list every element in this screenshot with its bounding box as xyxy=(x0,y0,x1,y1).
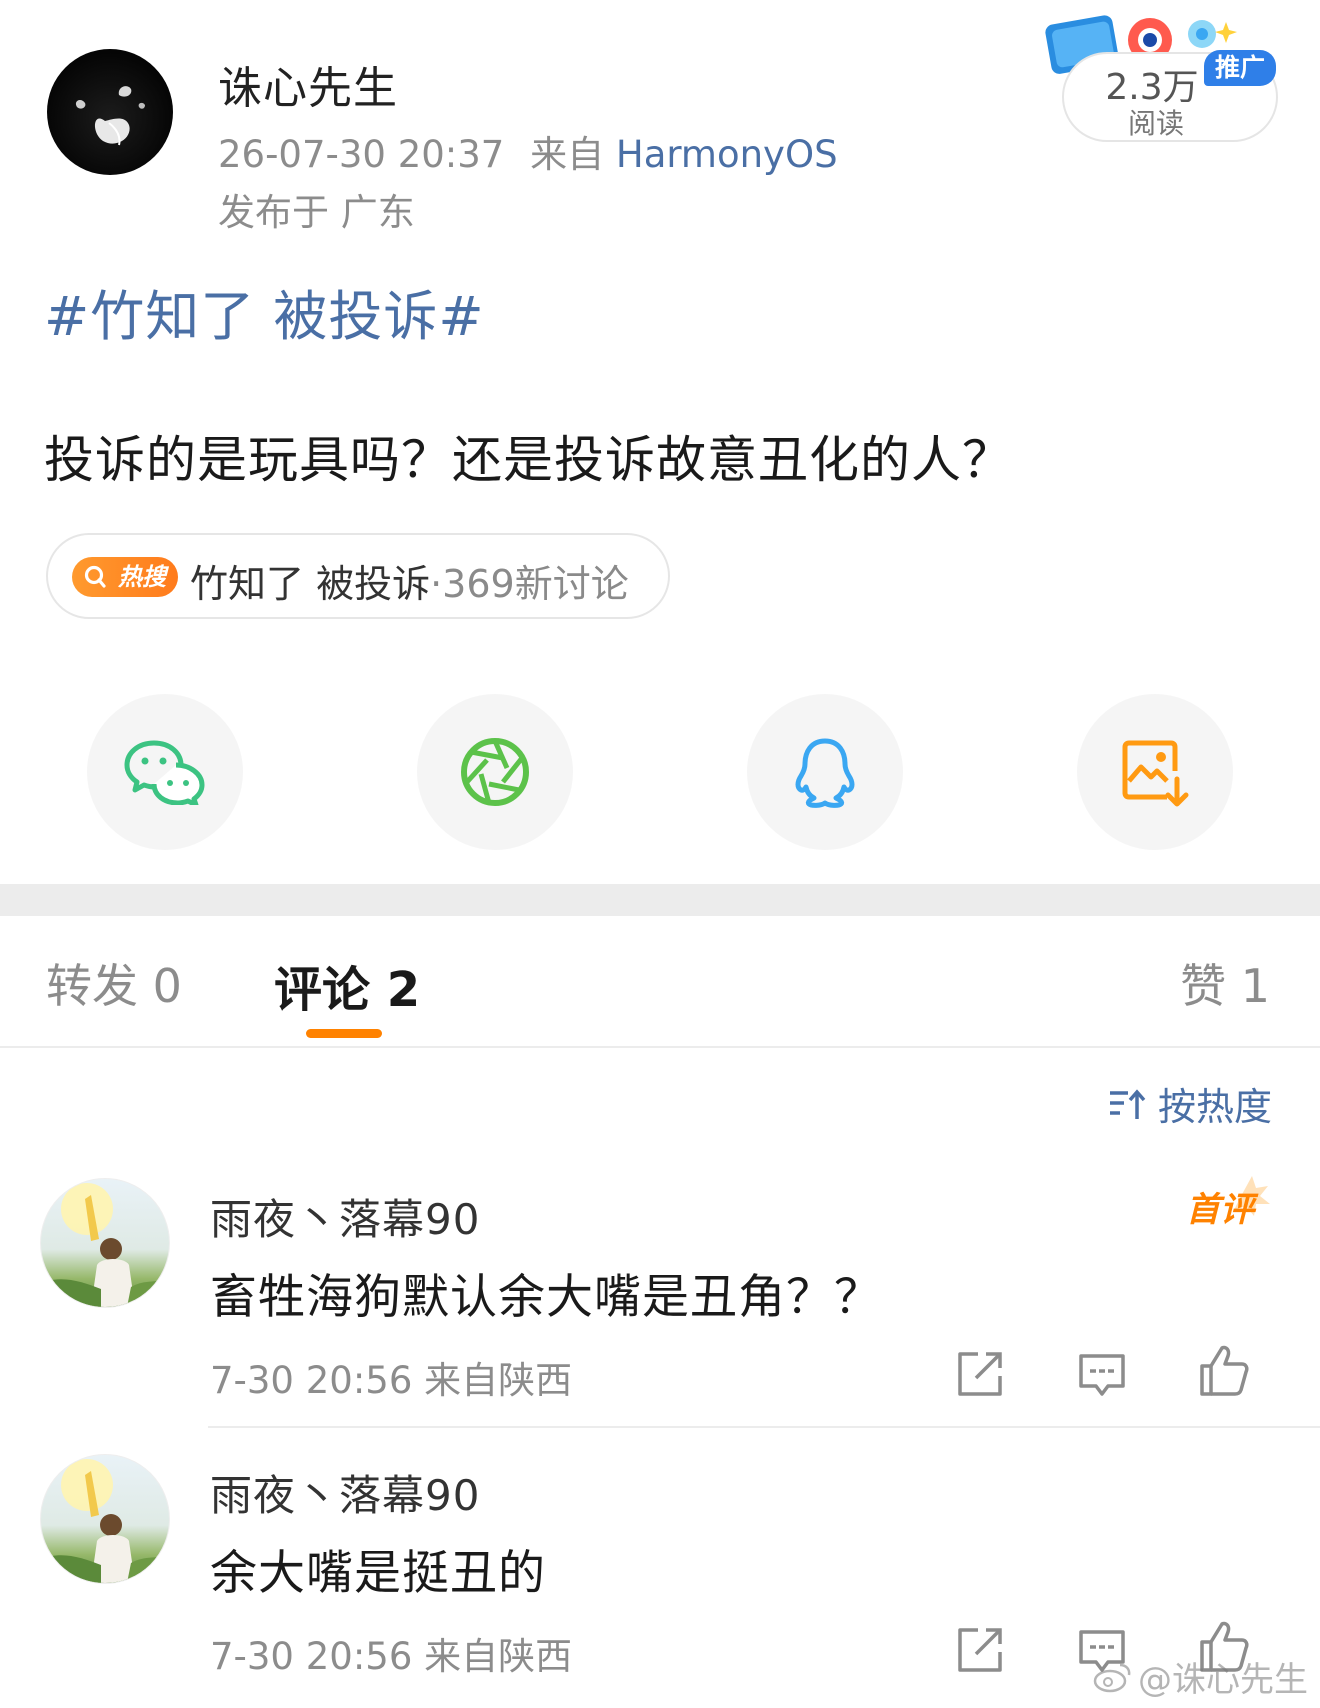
post-source-link[interactable]: HarmonyOS xyxy=(616,133,838,176)
watermark: @诛心先生 xyxy=(1092,1652,1308,1701)
tab-repost[interactable]: 转发 0 xyxy=(46,950,182,1016)
share-moments-button[interactable] xyxy=(417,694,573,850)
topic-hashtag[interactable]: #竹知了 被投诉# xyxy=(44,272,485,351)
hot-search-badge-label: 热搜 xyxy=(118,563,166,591)
comment-meta: 7-30 20:56 来自陕西 xyxy=(210,1635,573,1678)
reply-icon[interactable] xyxy=(1076,1348,1128,1400)
tab-comment[interactable]: 评论 2 xyxy=(274,950,420,1020)
feather-image xyxy=(75,86,145,146)
share-save-image-button[interactable] xyxy=(1077,694,1233,850)
like-icon[interactable] xyxy=(1198,1344,1250,1396)
hot-search-pill[interactable]: 热搜 竹知了 被投诉·369新讨论 xyxy=(46,533,670,619)
commenter-name[interactable]: 雨夜丶落幕90 xyxy=(210,1186,480,1247)
first-comment-label: 首评 xyxy=(1186,1190,1254,1230)
promote-badge[interactable]: 推广 xyxy=(1204,50,1276,86)
moments-icon xyxy=(461,738,529,806)
weibo-logo-icon xyxy=(1093,1663,1131,1692)
sort-label: 按热度 xyxy=(1157,1085,1272,1129)
share-qq-button[interactable] xyxy=(747,694,903,850)
comment-text: 余大嘴是挺丑的 xyxy=(210,1546,546,1601)
tabs-divider xyxy=(0,1046,1320,1048)
commenter-name[interactable]: 雨夜丶落幕90 xyxy=(210,1462,480,1523)
repost-icon[interactable] xyxy=(954,1348,1006,1400)
sort-by-hot-button[interactable]: 按热度 xyxy=(1108,1076,1272,1131)
active-tab-indicator xyxy=(306,1029,382,1038)
sort-icon xyxy=(1109,1088,1146,1119)
share-wechat-button[interactable] xyxy=(87,694,243,850)
avatar-photo xyxy=(41,1459,169,1583)
comment-text: 畜牲海狗默认余大嘴是丑角？？ xyxy=(210,1270,882,1325)
read-label: 阅读 xyxy=(1127,107,1184,140)
comment-meta: 7-30 20:56 来自陕西 xyxy=(210,1359,573,1402)
tab-like[interactable]: 赞 1 xyxy=(1180,950,1270,1016)
hot-search-text: 竹知了 被投诉·369新讨论 xyxy=(190,553,629,608)
watermark-text: @诛心先生 xyxy=(1138,1660,1308,1700)
hot-search-count: ·369新讨论 xyxy=(430,562,629,606)
wechat-icon xyxy=(124,740,205,805)
search-icon xyxy=(84,565,106,588)
commenter-avatar[interactable] xyxy=(40,1178,170,1308)
avatar-photo xyxy=(41,1183,169,1307)
first-comment-badge: 首评 xyxy=(1182,1176,1272,1230)
qq-icon xyxy=(795,738,855,808)
repost-icon[interactable] xyxy=(954,1624,1006,1676)
save-image-icon xyxy=(1122,740,1189,807)
commenter-avatar[interactable] xyxy=(40,1454,170,1584)
post-text: 投诉的是玩具吗？还是投诉故意丑化的人？ xyxy=(44,431,1013,489)
post-location: 发布于 广东 xyxy=(218,191,415,234)
section-divider xyxy=(0,884,1320,916)
source-prefix: 来自 xyxy=(530,133,605,176)
comment-divider xyxy=(208,1426,1320,1428)
post-meta: 26-07-30 20:37 来自 HarmonyOS xyxy=(218,124,838,178)
post-timestamp: 26-07-30 20:37 xyxy=(218,133,505,176)
hot-search-badge: 热搜 xyxy=(72,557,178,597)
author-name[interactable]: 诛心先生 xyxy=(218,52,398,116)
author-avatar[interactable] xyxy=(47,49,173,175)
hot-search-topic: 竹知了 被投诉 xyxy=(190,562,431,606)
